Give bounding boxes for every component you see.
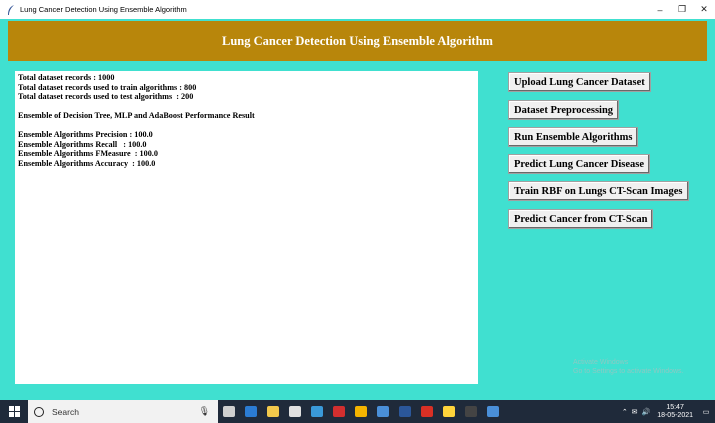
taskbar: Search 🎙 ⌃ ✉ 🔊 15:47 18-05-2021 ▭ (0, 400, 715, 423)
run-ensemble-button[interactable]: Run Ensemble Algorithms (508, 127, 639, 147)
clock[interactable]: 15:47 18-05-2021 (657, 404, 693, 420)
window-title: Lung Cancer Detection Using Ensemble Alg… (20, 5, 187, 14)
edge-icon[interactable] (240, 400, 262, 423)
opera-icon[interactable] (328, 400, 350, 423)
windows-logo-icon (8, 406, 20, 417)
store-icon[interactable] (284, 400, 306, 423)
clock-date: 18-05-2021 (657, 411, 693, 419)
microphone-icon[interactable]: 🎙 (199, 406, 210, 417)
notification-icon[interactable]: ▭ (699, 408, 713, 416)
maximize-button[interactable]: ❐ (671, 4, 693, 15)
file-explorer-icon[interactable] (262, 400, 284, 423)
system-tray: ⌃ ✉ 🔊 15:47 18-05-2021 ▭ (622, 400, 715, 423)
dataset-preprocessing-button[interactable]: Dataset Preprocessing (508, 100, 620, 120)
photos-icon[interactable] (306, 400, 328, 423)
activate-windows-watermark: Activate Windows Go to Settings to activ… (573, 358, 684, 376)
output-text-area[interactable]: Total dataset records : 1000 Total datas… (15, 71, 478, 384)
taskbar-search-box[interactable]: Search 🎙 (28, 400, 218, 423)
predict-ct-scan-button[interactable]: Predict Cancer from CT-Scan (508, 209, 654, 229)
search-circle-icon (34, 406, 44, 417)
header-title: Lung Cancer Detection Using Ensemble Alg… (222, 33, 493, 48)
app-header: Lung Cancer Detection Using Ensemble Alg… (8, 21, 707, 61)
word-icon[interactable] (394, 400, 416, 423)
start-button[interactable] (0, 400, 28, 423)
app-icon[interactable] (482, 400, 504, 423)
feather-icon (6, 4, 16, 15)
train-rbf-button[interactable]: Train RBF on Lungs CT-Scan Images (508, 181, 689, 201)
terminal-icon[interactable] (460, 400, 482, 423)
window-titlebar: Lung Cancer Detection Using Ensemble Alg… (0, 0, 715, 19)
search-label: Search (52, 406, 79, 417)
acrobat-icon[interactable] (416, 400, 438, 423)
chrome-icon[interactable] (350, 400, 372, 423)
upload-dataset-button[interactable]: Upload Lung Cancer Dataset (508, 72, 651, 92)
tray-icons[interactable]: ⌃ ✉ 🔊 (622, 408, 651, 416)
close-button[interactable]: ✕ (693, 4, 715, 15)
predict-disease-button[interactable]: Predict Lung Cancer Disease (508, 154, 650, 174)
files-icon[interactable] (372, 400, 394, 423)
watermark-line1: Activate Windows (573, 359, 629, 366)
task-view-icon[interactable] (218, 400, 240, 423)
python-icon[interactable] (438, 400, 460, 423)
clock-time: 15:47 (666, 403, 684, 411)
watermark-line2: Go to Settings to activate Windows. (573, 368, 684, 375)
minimize-button[interactable]: – (649, 5, 671, 15)
taskbar-pinned-apps (218, 400, 504, 423)
